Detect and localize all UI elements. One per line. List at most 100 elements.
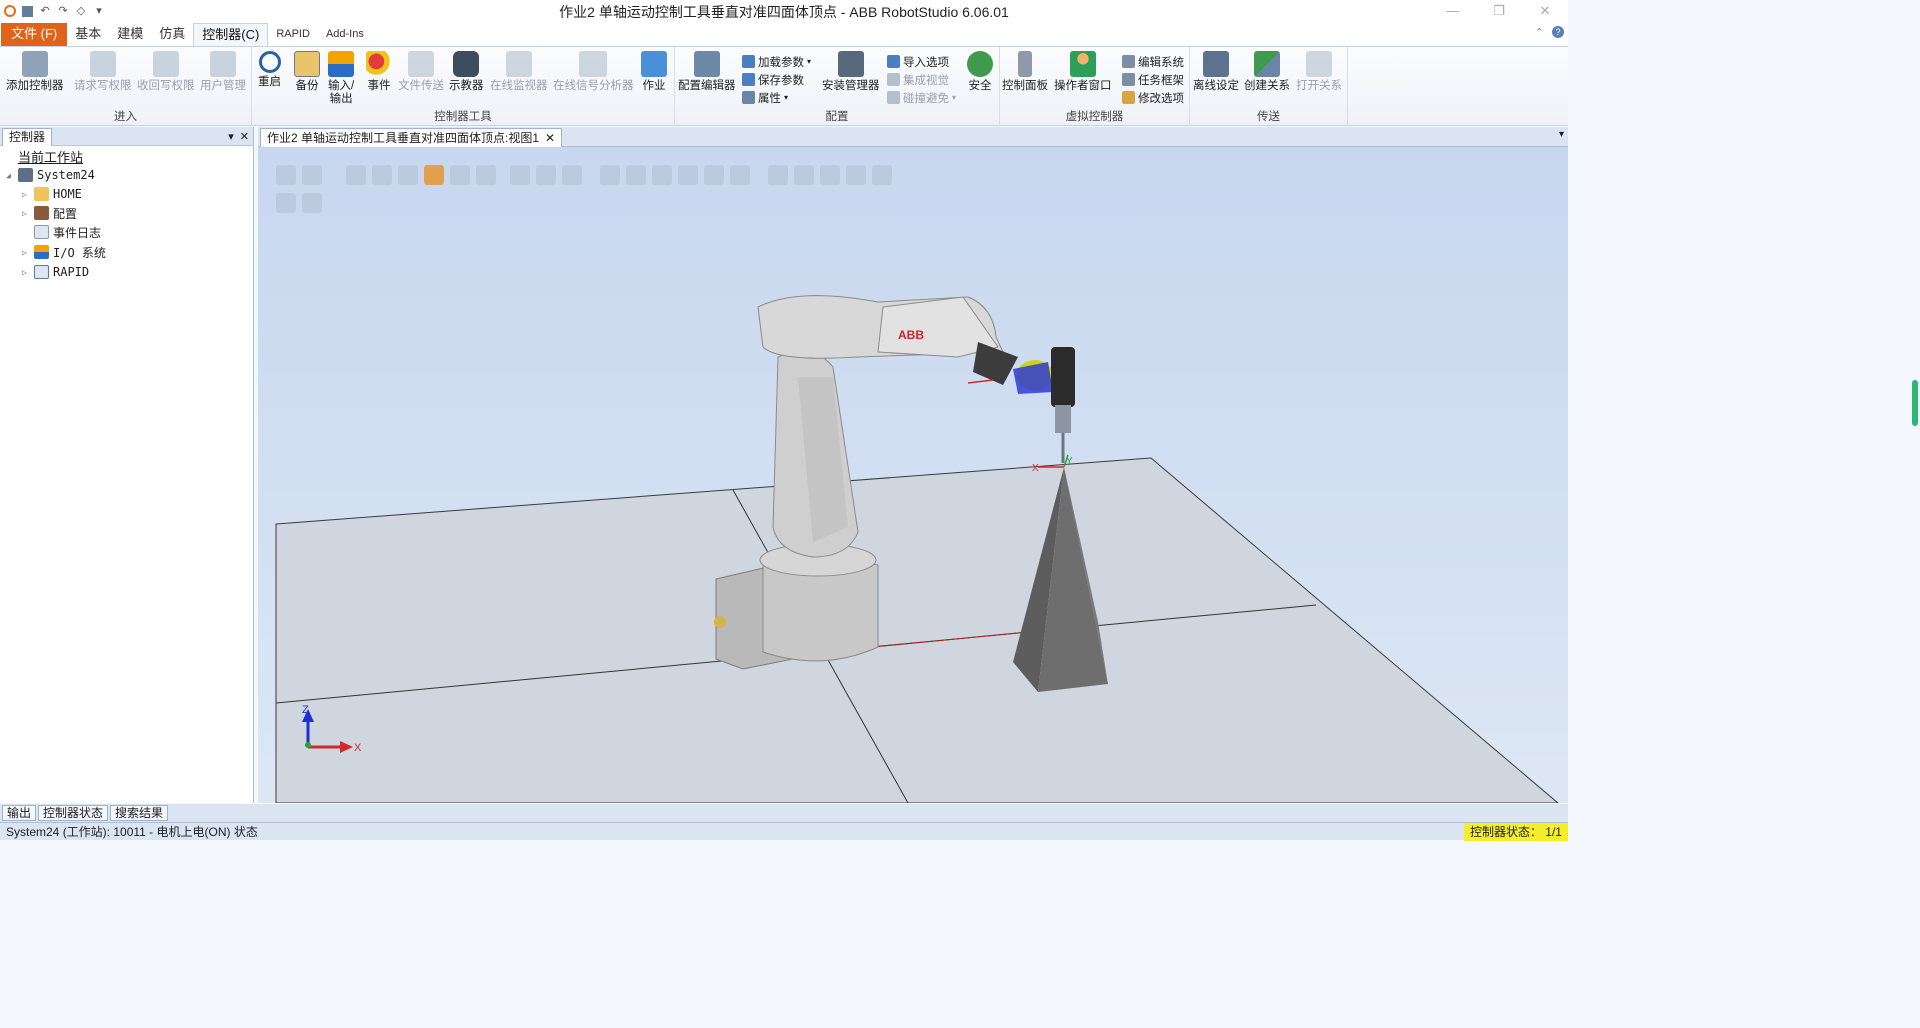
customize-qat-icon[interactable]: ▾ [93,5,105,17]
tab-search-results[interactable]: 搜索结果 [110,805,169,821]
rapid-icon [34,265,49,279]
operator-window-button[interactable]: 操作者窗口 [1054,51,1112,93]
view-tab-close-icon[interactable]: ✕ [545,129,555,147]
create-relation-icon [1254,51,1280,77]
user-management-button[interactable]: 用户管理 [200,51,246,93]
flexpendant-button[interactable]: 示教器 [449,51,484,93]
tree-item-system24[interactable]: ◢ System24 [6,166,95,184]
events-button[interactable]: 事件 [366,51,392,93]
control-panel-icon [1018,51,1032,77]
offline-setup-button[interactable]: 离线设定 [1193,51,1239,93]
io-button[interactable]: 输入/ 输出 [328,51,354,106]
3d-viewport[interactable]: ABB X Y Z X [258,147,1568,803]
revoke-write-icon [152,51,179,77]
tab-simulation[interactable]: 仿真 [151,23,193,46]
tab-basic[interactable]: 基本 [67,23,109,46]
tab-rapid[interactable]: RAPID [268,23,318,46]
load-parameters-button[interactable]: 加载参数 ▾ [742,53,811,70]
collapsed-icon[interactable]: ▷ [22,248,30,257]
job-button[interactable]: 作业 [641,51,667,93]
properties-button[interactable]: 属性 ▾ [742,89,788,106]
revoke-write-access-button[interactable]: 收回写权限 [137,51,195,93]
modify-options-button[interactable]: 修改选项 [1122,89,1184,106]
panel-menu-icon[interactable]: ▾ [228,130,234,143]
online-signal-analyzer-button[interactable]: 在线信号分析器 [553,51,634,93]
tree-item-current-station[interactable]: 当前工作站 [18,147,83,165]
window-title: 作业2 单轴运动控制工具垂直对准四面体顶点 - ABB RobotStudio … [559,4,1009,20]
save-parameters-button[interactable]: 保存参数 [742,71,804,88]
tab-modeling[interactable]: 建模 [109,23,151,46]
tab-controller-status[interactable]: 控制器状态 [38,805,109,821]
installation-manager-icon [837,51,864,77]
online-monitor-button[interactable]: 在线监视器 [490,51,548,93]
redo-icon[interactable]: ↷ [57,5,69,17]
config-editor-icon [693,51,720,77]
tree-item-io-system[interactable]: ▷ I/O 系统 [22,243,106,261]
collapsed-icon[interactable]: ▷ [22,209,30,218]
group-virtual-controller: 控制面板 操作者窗口 编辑系统 任务框架 修改选项 虚拟控制器 [1000,47,1190,126]
create-relation-button[interactable]: 创建关系 [1244,51,1290,93]
tree-item-rapid[interactable]: ▷ RAPID [22,263,89,281]
ribbon-right-controls: ⌃ ? [1535,26,1564,39]
file-transfer-button[interactable]: 文件传送 [398,51,444,93]
expanded-icon[interactable]: ◢ [6,171,14,180]
group-transfer: 离线设定 创建关系 打开关系 传送 [1190,47,1348,126]
tab-file[interactable]: 文件 (F) [1,23,68,46]
backup-icon [294,51,320,77]
tab-controller[interactable]: 控制器(C) [193,23,269,46]
installation-manager-button[interactable]: 安装管理器 [822,51,880,93]
tree-item-home[interactable]: ▷ HOME [22,185,82,203]
tree-item-configuration[interactable]: ▷ 配置 [22,204,77,222]
import-options-button[interactable]: 导入选项 [887,53,949,70]
app-logo-icon[interactable] [4,5,16,17]
title-bar: ↶ ↷ ◇ ▾ 作业2 单轴运动控制工具垂直对准四面体顶点 - ABB Robo… [0,0,1568,22]
scene: ABB X Y Z X [275,295,1559,803]
abb-logo-text: ABB [898,328,924,342]
collision-avoidance-button[interactable]: 碰撞避免 ▾ [887,89,956,106]
collapsed-icon[interactable]: ▷ [22,190,30,199]
restore-button[interactable]: ❐ [1476,0,1522,22]
undo-icon[interactable]: ↶ [39,5,51,17]
controller-state-badge[interactable]: 控制器状态： 1/1 [1463,823,1568,841]
task-frames-button[interactable]: 任务框架 [1122,71,1184,88]
backup-button[interactable]: 备份 [294,51,320,93]
panel-close-icon[interactable]: ✕ [240,130,249,143]
safety-button[interactable]: 安全 [967,51,993,93]
signal-analyzer-icon [579,51,608,77]
axis-z-label: Z [302,704,309,716]
panel-header: 控制器 ▾ ✕ [0,127,253,146]
integrated-vision-button[interactable]: 集成视觉 [887,71,949,88]
ribbon: 添加控制器 请求写权限 收回写权限 用户管理 进入 重启 备份 输入/ 输出 事… [0,46,1568,126]
help-icon[interactable]: ? [1552,26,1564,38]
control-panel-button[interactable]: 控制面板 [1002,51,1048,93]
tab-addins[interactable]: Add-Ins [318,23,372,46]
save-icon[interactable] [22,5,33,17]
tab-output[interactable]: 输出 [2,805,37,821]
edit-system-button[interactable]: 编辑系统 [1122,53,1184,70]
minimize-ribbon-icon[interactable]: ⌃ [1535,26,1544,39]
add-controller-button[interactable]: 添加控制器 [6,51,64,93]
panel-tab-controller[interactable]: 控制器 [2,127,53,146]
properties-icon [742,91,755,104]
configuration-editor-button[interactable]: 配置编辑器 [678,51,736,93]
add-controller-icon [21,51,48,77]
restart-icon [258,51,281,73]
view-scroll-indicator[interactable] [1912,380,1918,426]
tree-item-event-log[interactable]: 事件日志 [34,223,101,241]
online-monitor-icon [505,51,532,77]
open-relation-button[interactable]: 打开关系 [1296,51,1342,93]
document-tabs-menu-icon[interactable]: ▾ [1559,129,1564,140]
close-button[interactable]: ✕ [1522,0,1568,22]
view-tab[interactable]: 作业2 单轴运动控制工具垂直对准四面体顶点:视图1 ✕ [260,128,563,147]
io-system-icon [34,245,49,259]
folder-icon [34,187,49,201]
ribbon-tabs: 文件 (F) 基本 建模 仿真 控制器(C) RAPID Add-Ins ⌃ ? [0,22,1568,46]
tag-icon[interactable]: ◇ [75,5,87,17]
minimize-button[interactable]: — [1430,0,1476,22]
collapsed-icon[interactable]: ▷ [22,268,30,277]
restart-button[interactable]: 重启 [258,51,281,89]
group-label: 控制器工具 [434,111,492,123]
request-write-access-button[interactable]: 请求写权限 [74,51,132,93]
edit-system-icon [1122,55,1135,68]
import-options-icon [887,55,900,68]
